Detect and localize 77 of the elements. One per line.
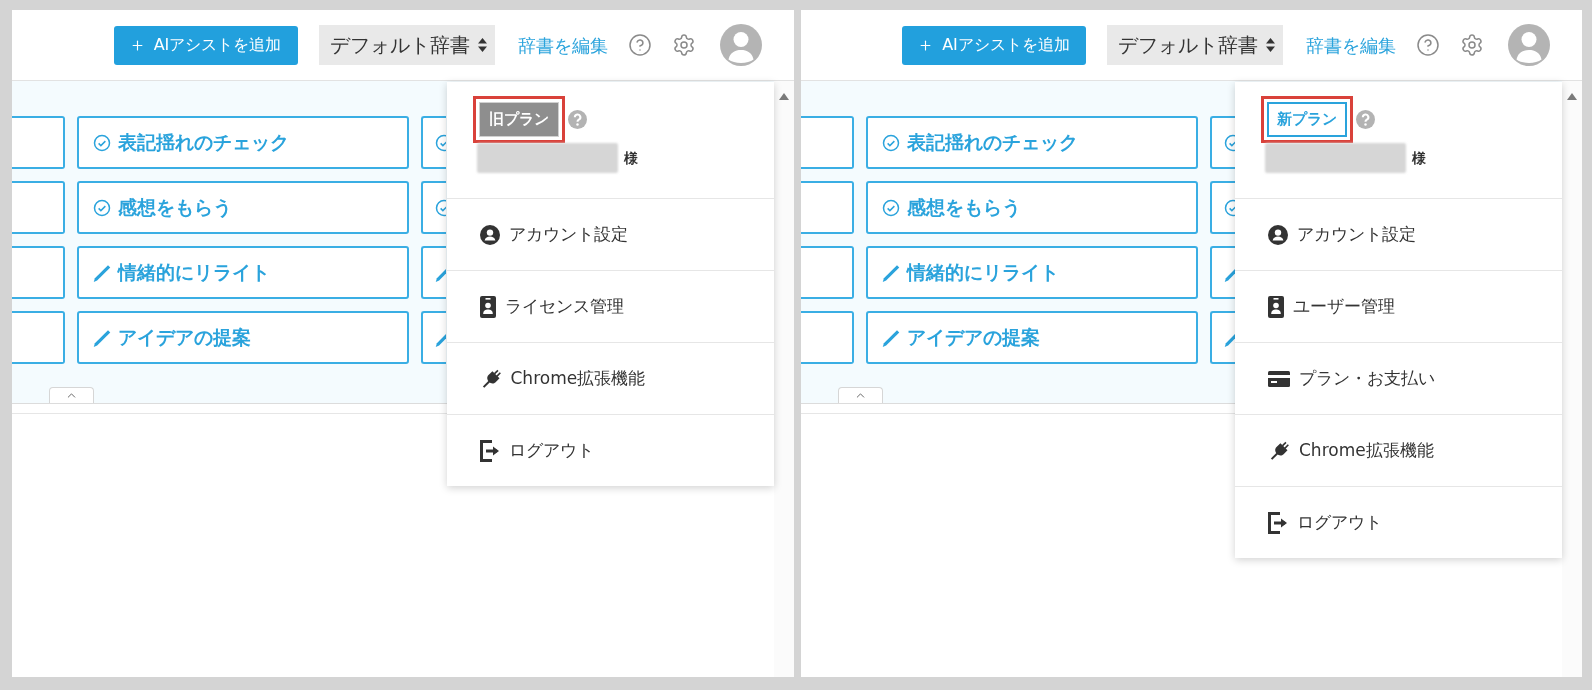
edit-dictionary-link[interactable]: 辞書を編集	[1306, 31, 1396, 59]
scrollbar[interactable]	[1562, 81, 1582, 677]
avatar-icon[interactable]	[719, 24, 762, 66]
exit-arrow-icon	[479, 439, 500, 462]
dictionary-select[interactable]: デフォルト辞書	[1107, 25, 1283, 65]
menu-item[interactable]: アカウント設定	[1235, 198, 1562, 270]
add-ai-assist-button[interactable]: AIアシストを追加	[902, 25, 1086, 65]
assist-button[interactable]	[12, 181, 65, 234]
assist-button[interactable]	[1209, 116, 1235, 169]
user-circle-icon	[1268, 224, 1288, 245]
id-badge-icon	[479, 295, 496, 318]
assist-button[interactable]: 感想をもらう	[77, 181, 409, 234]
menu-item[interactable]: Chrome拡張機能	[446, 342, 774, 414]
assist-button[interactable]	[421, 311, 446, 364]
assist-button[interactable]	[12, 246, 65, 299]
plus-icon	[918, 37, 934, 53]
exit-arrow-icon	[1268, 511, 1288, 534]
assist-button[interactable]: アイデアの提案	[865, 311, 1198, 364]
sort-arrows-icon	[1266, 38, 1275, 52]
assist-button[interactable]: 表記揺れのチェック	[865, 116, 1198, 169]
menu-item[interactable]: プラン・お支払い	[1235, 342, 1562, 414]
menu-item[interactable]: ログアウト	[1235, 486, 1562, 558]
scrollbar[interactable]	[773, 81, 794, 677]
check-circle-icon	[93, 198, 111, 217]
assist-button[interactable]: 情緒的にリライト	[865, 246, 1198, 299]
sort-arrows-icon	[477, 38, 487, 52]
assist-button[interactable]	[800, 311, 854, 364]
assist-button[interactable]	[421, 116, 446, 169]
assist-button[interactable]	[800, 116, 854, 169]
assist-button[interactable]	[800, 246, 854, 299]
help-icon[interactable]	[1356, 110, 1375, 129]
dictionary-select[interactable]: デフォルト辞書	[318, 25, 495, 65]
edit-dictionary-link[interactable]: 辞書を編集	[517, 31, 608, 59]
help-icon[interactable]	[627, 33, 652, 57]
assist-button[interactable]	[12, 116, 65, 169]
plan-badge: 新プラン	[1267, 102, 1347, 137]
scroll-up-arrow-icon[interactable]	[1567, 93, 1577, 100]
menu-item[interactable]: ログアウト	[446, 414, 774, 486]
id-badge-icon	[1268, 295, 1284, 318]
assist-button[interactable]	[12, 311, 65, 364]
check-circle-icon	[881, 133, 900, 152]
assist-button[interactable]	[1209, 246, 1235, 299]
pencil-icon	[881, 263, 900, 282]
assist-button[interactable]	[1209, 181, 1235, 234]
help-icon[interactable]	[567, 110, 587, 129]
collapse-tab-button[interactable]	[837, 387, 883, 403]
pencil-icon	[881, 328, 900, 347]
add-ai-assist-button[interactable]: AIアシストを追加	[113, 25, 298, 65]
plug-icon	[1268, 439, 1290, 462]
assist-button[interactable]: 情緒的にリライト	[77, 246, 409, 299]
plan-badge: 旧プラン	[478, 102, 559, 137]
assist-button[interactable]	[421, 181, 446, 234]
settings-icon[interactable]	[1460, 33, 1484, 57]
check-circle-icon	[93, 133, 111, 152]
plus-icon	[129, 37, 145, 53]
menu-item[interactable]: アカウント設定	[446, 198, 774, 270]
assist-button[interactable]	[800, 181, 854, 234]
help-icon[interactable]	[1416, 33, 1440, 57]
check-circle-icon	[881, 198, 900, 217]
assist-button[interactable]: 感想をもらう	[865, 181, 1198, 234]
menu-item[interactable]: ユーザー管理	[1235, 270, 1562, 342]
honorific-label: 様	[1412, 149, 1426, 168]
honorific-label: 様	[623, 149, 638, 168]
credit-card-icon	[1268, 370, 1290, 387]
scroll-up-arrow-icon[interactable]	[778, 93, 789, 100]
collapse-tab-button[interactable]	[49, 387, 94, 403]
user-circle-icon	[479, 224, 500, 245]
pencil-icon	[93, 263, 111, 282]
assist-button[interactable]: アイデアの提案	[77, 311, 409, 364]
assist-button[interactable]	[421, 246, 446, 299]
menu-item[interactable]: Chrome拡張機能	[1235, 414, 1562, 486]
menu-item[interactable]: ライセンス管理	[446, 270, 774, 342]
pencil-icon	[93, 328, 111, 347]
settings-icon[interactable]	[671, 33, 696, 57]
assist-button[interactable]	[1209, 311, 1235, 364]
avatar-icon[interactable]	[1508, 24, 1550, 66]
assist-button[interactable]: 表記揺れのチェック	[77, 116, 409, 169]
